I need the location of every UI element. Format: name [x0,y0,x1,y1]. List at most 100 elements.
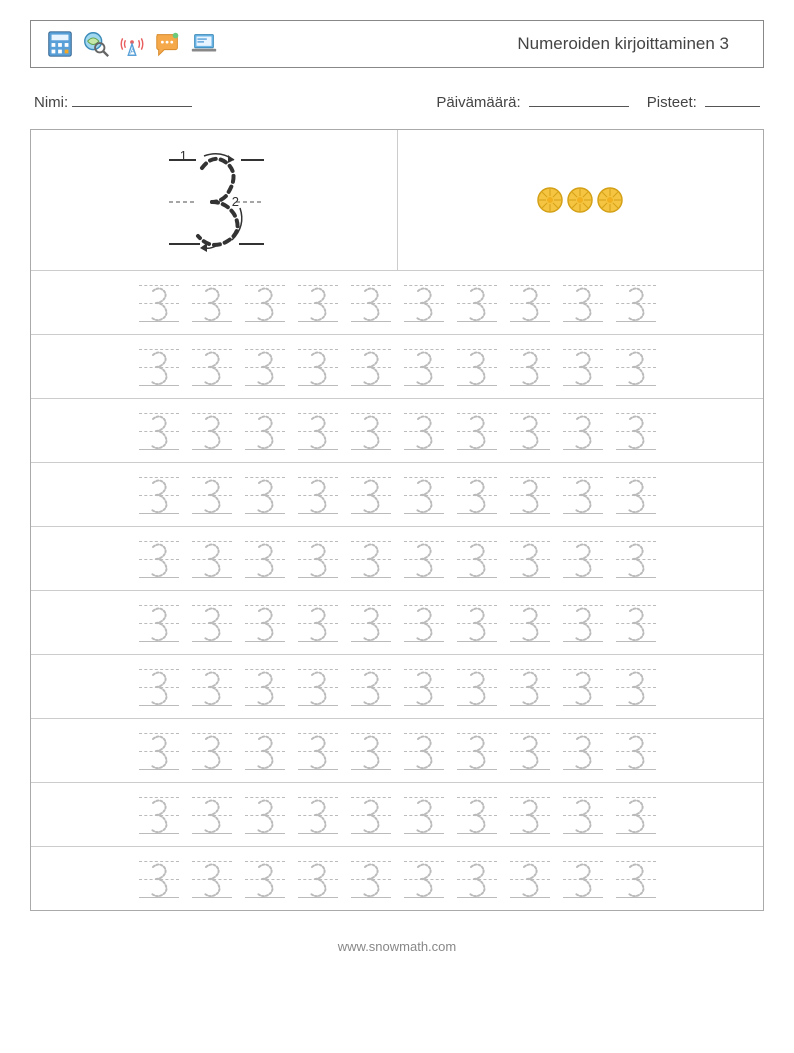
trace-cell[interactable] [137,471,181,519]
trace-cell[interactable] [137,599,181,647]
trace-cell[interactable] [455,471,499,519]
trace-cell[interactable] [561,407,605,455]
trace-cell[interactable] [614,535,658,583]
trace-cell[interactable] [614,471,658,519]
trace-cell[interactable] [402,535,446,583]
trace-cell[interactable] [508,599,552,647]
trace-cell[interactable] [402,599,446,647]
trace-cell[interactable] [614,599,658,647]
name-blank[interactable] [72,92,192,107]
trace-cell[interactable] [137,343,181,391]
trace-cell[interactable] [137,855,181,903]
trace-cell[interactable] [402,407,446,455]
trace-cell[interactable] [561,855,605,903]
trace-cell[interactable] [243,855,287,903]
trace-cell[interactable] [349,343,393,391]
trace-cell[interactable] [455,407,499,455]
trace-cell[interactable] [402,471,446,519]
trace-cell[interactable] [614,279,658,327]
trace-cell[interactable] [190,791,234,839]
trace-cell[interactable] [508,279,552,327]
trace-cell[interactable] [402,279,446,327]
trace-cell[interactable] [455,727,499,775]
trace-cell[interactable] [561,727,605,775]
trace-cell[interactable] [349,599,393,647]
trace-cell[interactable] [296,471,340,519]
trace-cell[interactable] [137,535,181,583]
trace-cell[interactable] [243,535,287,583]
trace-cell[interactable] [402,727,446,775]
trace-cell[interactable] [349,663,393,711]
trace-cell[interactable] [349,855,393,903]
trace-cell[interactable] [455,663,499,711]
trace-cell[interactable] [614,727,658,775]
trace-cell[interactable] [190,663,234,711]
trace-cell[interactable] [190,407,234,455]
trace-cell[interactable] [508,343,552,391]
trace-cell[interactable] [614,407,658,455]
trace-cell[interactable] [508,407,552,455]
trace-cell[interactable] [455,791,499,839]
trace-cell[interactable] [243,599,287,647]
trace-cell[interactable] [455,599,499,647]
trace-cell[interactable] [349,727,393,775]
trace-cell[interactable] [243,663,287,711]
trace-cell[interactable] [508,727,552,775]
trace-cell[interactable] [508,855,552,903]
trace-cell[interactable] [137,663,181,711]
trace-cell[interactable] [455,343,499,391]
trace-cell[interactable] [402,791,446,839]
trace-cell[interactable] [561,279,605,327]
trace-cell[interactable] [137,727,181,775]
trace-cell[interactable] [508,663,552,711]
trace-cell[interactable] [296,407,340,455]
trace-cell[interactable] [243,407,287,455]
trace-cell[interactable] [349,791,393,839]
trace-cell[interactable] [614,855,658,903]
trace-cell[interactable] [243,343,287,391]
score-blank[interactable] [705,92,760,107]
trace-cell[interactable] [349,279,393,327]
trace-cell[interactable] [561,663,605,711]
trace-cell[interactable] [455,279,499,327]
trace-cell[interactable] [561,343,605,391]
trace-cell[interactable] [508,471,552,519]
trace-cell[interactable] [455,855,499,903]
trace-cell[interactable] [137,279,181,327]
trace-cell[interactable] [614,343,658,391]
trace-cell[interactable] [508,535,552,583]
trace-cell[interactable] [296,727,340,775]
trace-cell[interactable] [190,599,234,647]
trace-cell[interactable] [243,279,287,327]
trace-cell[interactable] [561,599,605,647]
trace-cell[interactable] [561,791,605,839]
trace-cell[interactable] [402,663,446,711]
trace-cell[interactable] [137,407,181,455]
trace-cell[interactable] [137,791,181,839]
date-blank[interactable] [529,92,629,107]
trace-cell[interactable] [190,343,234,391]
trace-cell[interactable] [190,471,234,519]
trace-cell[interactable] [296,279,340,327]
trace-cell[interactable] [190,855,234,903]
trace-cell[interactable] [455,535,499,583]
trace-cell[interactable] [296,599,340,647]
trace-cell[interactable] [614,663,658,711]
trace-cell[interactable] [243,727,287,775]
trace-cell[interactable] [296,663,340,711]
trace-cell[interactable] [561,471,605,519]
trace-cell[interactable] [243,471,287,519]
trace-cell[interactable] [349,407,393,455]
trace-cell[interactable] [402,855,446,903]
trace-cell[interactable] [402,343,446,391]
trace-cell[interactable] [190,279,234,327]
trace-cell[interactable] [190,535,234,583]
trace-cell[interactable] [349,471,393,519]
trace-cell[interactable] [349,535,393,583]
trace-cell[interactable] [190,727,234,775]
trace-cell[interactable] [296,855,340,903]
trace-cell[interactable] [243,791,287,839]
trace-cell[interactable] [508,791,552,839]
trace-cell[interactable] [614,791,658,839]
trace-cell[interactable] [296,791,340,839]
